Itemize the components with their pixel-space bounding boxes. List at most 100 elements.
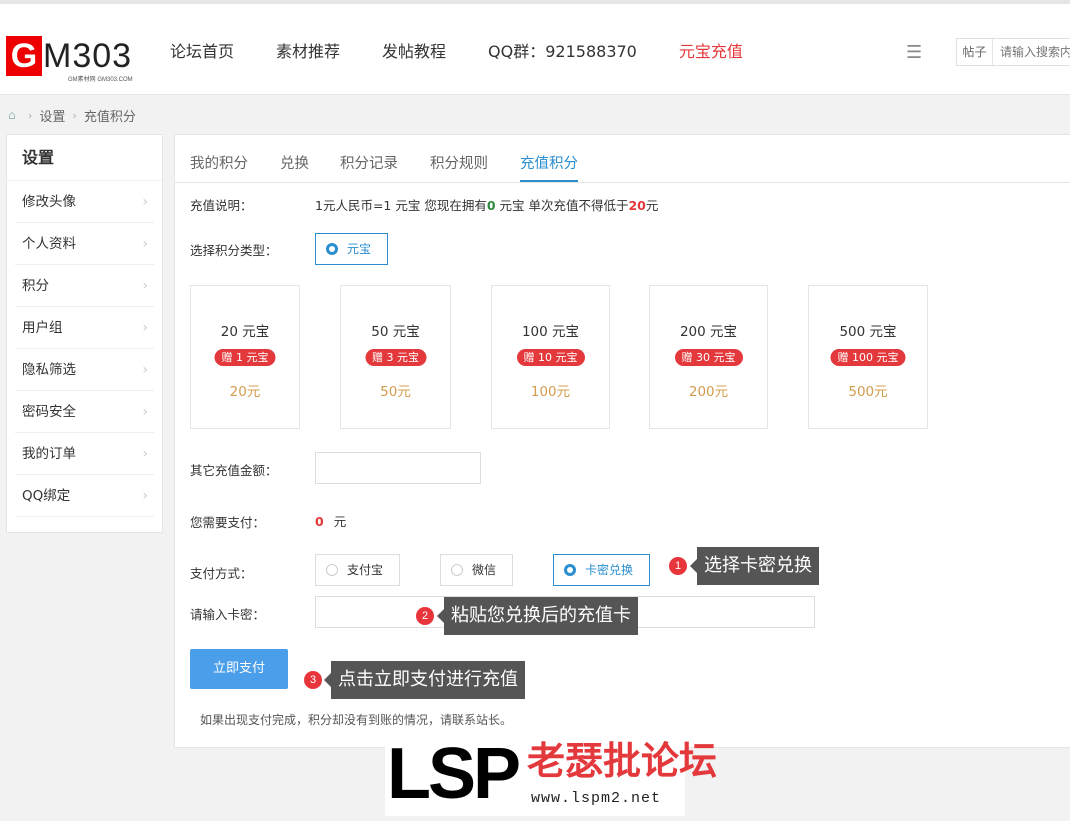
card-key-label: 请输入卡密： bbox=[190, 607, 266, 622]
tab-my-points[interactable]: 我的积分 bbox=[190, 152, 248, 182]
package-card[interactable]: 500 元宝 赠 100 元宝 500元 bbox=[808, 285, 928, 429]
package-title: 20 元宝 bbox=[220, 324, 270, 340]
chevron-right-icon: › bbox=[142, 194, 148, 210]
sidebar-item-qq[interactable]: QQ绑定 › bbox=[15, 475, 154, 517]
watermark-url: www.lspm2.net bbox=[531, 790, 662, 807]
type-label: 选择积分类型： bbox=[190, 243, 278, 258]
pay-now-button[interactable]: 立即支付 bbox=[190, 649, 288, 689]
desc-text-1: 1元人民币=1 元宝 您现在拥有 bbox=[315, 198, 487, 213]
chevron-right-icon: › bbox=[142, 446, 148, 462]
chevron-right-icon: › bbox=[142, 320, 148, 336]
sidebar-item-label: 用户组 bbox=[22, 320, 63, 336]
recharge-desc: 1元人民币=1 元宝 您现在拥有0 元宝 单次充值不得低于20元 bbox=[315, 195, 658, 214]
chevron-right-icon: › bbox=[142, 236, 148, 252]
site-logo[interactable]: G M303 GM素材网 GM303.COM bbox=[6, 36, 146, 84]
recharge-desc-label: 充值说明： bbox=[190, 198, 253, 213]
site-header: G M303 GM素材网 GM303.COM 论坛首页 素材推荐 发帖教程 QQ… bbox=[0, 4, 1070, 95]
home-icon[interactable]: ⌂ bbox=[8, 108, 21, 122]
radio-icon bbox=[326, 243, 338, 255]
need-pay-label: 您需要支付： bbox=[190, 515, 266, 530]
package-price: 100元 bbox=[530, 384, 571, 400]
nav-materials[interactable]: 素材推荐 bbox=[276, 40, 340, 64]
breadcrumb-recharge: 充值积分 bbox=[83, 109, 136, 125]
sidebar-item-usergroup[interactable]: 用户组 › bbox=[15, 307, 154, 349]
chevron-right-icon: › bbox=[142, 362, 148, 378]
need-pay-unit: 元 bbox=[333, 514, 347, 529]
logo-text: M303 bbox=[43, 37, 133, 75]
tab-exchange[interactable]: 兑换 bbox=[280, 152, 309, 182]
annotation-marker: 2 bbox=[416, 607, 434, 625]
need-pay-amount: 0 bbox=[315, 514, 324, 529]
logo-subtext: GM素材网 GM303.COM bbox=[68, 77, 133, 83]
nav-recharge[interactable]: 元宝充值 bbox=[679, 40, 743, 64]
annotation-marker: 3 bbox=[304, 671, 322, 689]
sidebar-item-avatar[interactable]: 修改头像 › bbox=[15, 181, 154, 223]
package-card[interactable]: 100 元宝 赠 10 元宝 100元 bbox=[491, 285, 610, 429]
pay-method-label: 卡密兑换 bbox=[585, 563, 634, 577]
search-box: 帖子 bbox=[956, 38, 1070, 66]
sidebar-item-label: 积分 bbox=[22, 278, 49, 294]
watermark-brand: LSP bbox=[387, 734, 521, 814]
tab-points-rules[interactable]: 积分规则 bbox=[430, 152, 488, 182]
main-panel: 我的积分 兑换 积分记录 积分规则 充值积分 充值说明： 1元人民币=1 元宝 … bbox=[174, 134, 1070, 748]
pay-method-label: 支付宝 bbox=[347, 563, 384, 577]
desc-text-3: 元 bbox=[645, 198, 659, 213]
package-card[interactable]: 20 元宝 赠 1 元宝 20元 bbox=[190, 285, 300, 429]
search-type-select[interactable]: 帖子 bbox=[957, 39, 993, 65]
breadcrumb-settings[interactable]: 设置 bbox=[39, 106, 65, 125]
pay-method-card-key[interactable]: 卡密兑换 bbox=[553, 554, 650, 586]
main-nav: 论坛首页 素材推荐 发帖教程 QQ群：921588370 元宝充值 bbox=[170, 40, 785, 64]
radio-icon bbox=[451, 564, 463, 576]
need-pay-value: 0元 bbox=[315, 511, 346, 530]
nav-tutorial[interactable]: 发帖教程 bbox=[382, 40, 446, 64]
min-amount: 20 bbox=[628, 198, 646, 213]
nav-qq-group[interactable]: QQ群：921588370 bbox=[488, 40, 637, 64]
package-card[interactable]: 200 元宝 赠 30 元宝 200元 bbox=[649, 285, 768, 429]
watermark-logo: LSP 老瑟批论坛 www.lspm2.net bbox=[385, 734, 717, 816]
chevron-right-icon: › bbox=[72, 108, 77, 122]
type-option-yuanbao[interactable]: 元宝 bbox=[315, 233, 388, 265]
sidebar-item-privacy[interactable]: 隐私筛选 › bbox=[15, 349, 154, 391]
sidebar-item-label: 个人资料 bbox=[22, 236, 76, 252]
sidebar-item-points[interactable]: 积分 › bbox=[15, 265, 154, 307]
chevron-right-icon: › bbox=[28, 108, 33, 122]
annotation-callout: 选择卡密兑换 bbox=[690, 547, 819, 585]
sidebar-title: 设置 bbox=[7, 135, 162, 181]
sidebar-item-label: QQ绑定 bbox=[22, 488, 71, 504]
sidebar-item-orders[interactable]: 我的订单 › bbox=[15, 433, 154, 475]
package-price: 50元 bbox=[380, 384, 411, 400]
support-note: 如果出现支付完成，积分却没有到账的情况，请联系站长。 bbox=[200, 713, 513, 727]
pay-method-wechat[interactable]: 微信 bbox=[440, 554, 513, 586]
pay-method-label: 支付方式： bbox=[190, 566, 253, 581]
package-price: 500元 bbox=[848, 384, 888, 400]
tab-recharge[interactable]: 充值积分 bbox=[520, 152, 578, 182]
package-gift-badge: 赠 3 元宝 bbox=[365, 349, 426, 366]
package-card[interactable]: 50 元宝 赠 3 元宝 50元 bbox=[340, 285, 451, 429]
chevron-right-icon: › bbox=[142, 488, 148, 504]
annotation-callout: 点击立即支付进行充值 bbox=[324, 661, 525, 699]
logo-letter: G bbox=[6, 36, 42, 76]
package-gift-badge: 赠 10 元宝 bbox=[516, 349, 585, 366]
tab-points-log[interactable]: 积分记录 bbox=[340, 152, 398, 182]
radio-icon bbox=[326, 564, 338, 576]
chevron-right-icon: › bbox=[142, 404, 148, 420]
sidebar-item-password[interactable]: 密码安全 › bbox=[15, 391, 154, 433]
package-title: 100 元宝 bbox=[521, 324, 580, 340]
sidebar-item-profile[interactable]: 个人资料 › bbox=[15, 223, 154, 265]
pay-method-label: 微信 bbox=[472, 563, 497, 577]
radio-icon bbox=[564, 564, 576, 576]
watermark-cn: 老瑟批论坛 bbox=[527, 739, 718, 783]
type-option-label: 元宝 bbox=[347, 242, 372, 256]
chevron-right-icon: › bbox=[142, 278, 148, 294]
sidebar-item-label: 修改头像 bbox=[22, 194, 76, 210]
settings-sidebar: 设置 修改头像 › 个人资料 › 积分 › 用户组 › 隐私筛选 › 密码安全 › 我的订单… bbox=[6, 134, 163, 533]
breadcrumb: ⌂ › 设置 › 充值积分 bbox=[8, 106, 136, 125]
package-gift-badge: 赠 1 元宝 bbox=[214, 349, 276, 366]
other-amount-input[interactable] bbox=[315, 452, 481, 484]
search-input[interactable] bbox=[994, 39, 1070, 65]
list-icon[interactable]: ☰ bbox=[906, 44, 926, 62]
desc-text-2: 元宝 单次充值不得低于 bbox=[495, 198, 629, 213]
pay-method-alipay[interactable]: 支付宝 bbox=[315, 554, 400, 586]
package-title: 200 元宝 bbox=[679, 324, 738, 340]
nav-home[interactable]: 论坛首页 bbox=[170, 40, 234, 64]
